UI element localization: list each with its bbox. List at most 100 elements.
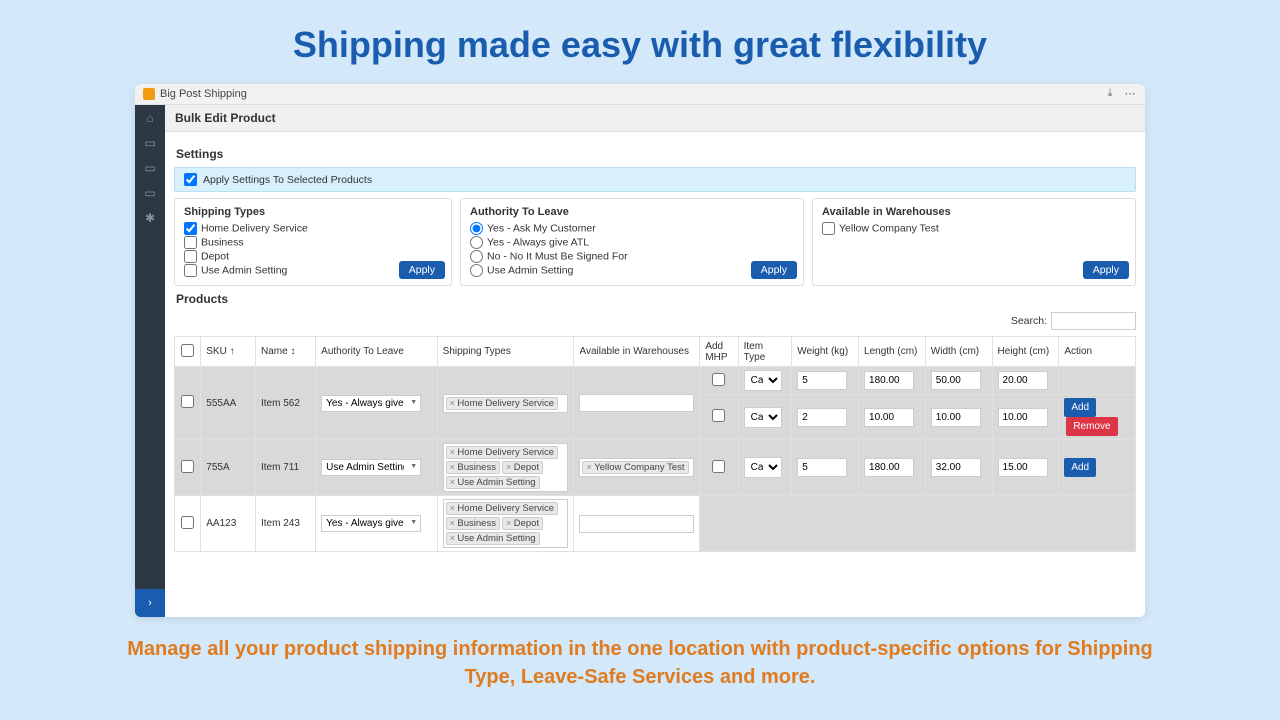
itemtype-select[interactable]: Cartor xyxy=(744,407,782,428)
briefcase-icon[interactable]: ▭ xyxy=(135,180,165,205)
weight-input[interactable] xyxy=(797,458,847,477)
name-cell: Item 243 xyxy=(255,496,315,552)
menu-dots-icon[interactable]: ⋯ xyxy=(1123,87,1137,101)
height-input[interactable] xyxy=(998,371,1048,390)
tag[interactable]: Business xyxy=(446,517,500,530)
length-input[interactable] xyxy=(864,458,914,477)
wh-tags[interactable]: Yellow Company Test xyxy=(579,458,694,477)
tag[interactable]: Home Delivery Service xyxy=(446,502,558,515)
shipping-tags[interactable]: Home Delivery Service BusinessDepot Use Ad… xyxy=(443,443,569,492)
atl-select[interactable]: Use Admin Setting xyxy=(321,459,421,476)
width-input[interactable] xyxy=(931,458,981,477)
shipping-tags[interactable]: Home Delivery Service BusinessDepot Use Ad… xyxy=(443,499,569,548)
width-input[interactable] xyxy=(931,408,981,427)
col-addmhp: Add MHP xyxy=(700,337,738,367)
weight-input[interactable] xyxy=(797,371,847,390)
expand-sidebar-icon[interactable]: › xyxy=(135,589,165,617)
sku-cell: 555AA xyxy=(201,367,256,440)
add-button[interactable]: Add xyxy=(1064,458,1096,477)
tag[interactable]: Home Delivery Service xyxy=(446,397,558,410)
shipping-home-checkbox[interactable] xyxy=(184,222,197,235)
settings-title: Settings xyxy=(176,147,1136,161)
atl-no-radio[interactable] xyxy=(470,250,483,263)
col-itemtype: Item Type xyxy=(738,337,792,367)
apply-settings-label: Apply Settings To Selected Products xyxy=(203,174,372,186)
row-checkbox[interactable] xyxy=(181,395,194,408)
box-icon[interactable]: ▭ xyxy=(135,155,165,180)
shipping-types-panel: Shipping Types Home Delivery Service Bus… xyxy=(174,198,452,286)
mhp-checkbox[interactable] xyxy=(712,409,725,422)
remove-button[interactable]: Remove xyxy=(1066,417,1117,436)
col-shipping: Shipping Types xyxy=(437,337,574,367)
shipping-tags[interactable]: Home Delivery Service xyxy=(443,394,569,413)
height-input[interactable] xyxy=(998,408,1048,427)
tag[interactable]: Depot xyxy=(502,517,543,530)
table-row: AA123 Item 243 Yes - Always give ATL Hom… xyxy=(175,496,1136,552)
name-cell: Item 562 xyxy=(255,367,315,440)
atl-select[interactable]: Yes - Always give ATL xyxy=(321,395,421,412)
app-logo-icon xyxy=(143,88,155,100)
apply-atl-button[interactable]: Apply xyxy=(751,261,797,279)
hero-title: Shipping made easy with great flexibilit… xyxy=(0,0,1280,84)
titlebar: Big Post Shipping ⤓ ⋯ xyxy=(135,84,1145,105)
atl-always-radio[interactable] xyxy=(470,236,483,249)
tag[interactable]: Yellow Company Test xyxy=(582,461,688,474)
shipping-types-title: Shipping Types xyxy=(184,206,442,218)
home-icon[interactable]: ⌂ xyxy=(135,105,165,130)
search-label: Search: xyxy=(1011,315,1047,327)
atl-panel: Authority To Leave Yes - Ask My Customer… xyxy=(460,198,804,286)
footer-caption: Manage all your product shipping informa… xyxy=(0,617,1280,691)
sidebar: ⌂ ▭ ▭ ▭ ✱ › xyxy=(135,105,165,617)
col-height: Height (cm) xyxy=(992,337,1059,367)
tag[interactable]: Use Admin Setting xyxy=(446,532,540,545)
length-input[interactable] xyxy=(864,371,914,390)
atl-admin-radio[interactable] xyxy=(470,264,483,277)
apply-wh-button[interactable]: Apply xyxy=(1083,261,1129,279)
wh-tags[interactable] xyxy=(579,515,694,533)
col-wh: Available in Warehouses xyxy=(574,337,700,367)
settings-icon[interactable]: ✱ xyxy=(135,205,165,230)
apply-shipping-button[interactable]: Apply xyxy=(399,261,445,279)
sku-cell: AA123 xyxy=(201,496,256,552)
height-input[interactable] xyxy=(998,458,1048,477)
name-cell: Item 711 xyxy=(255,440,315,496)
shipping-business-checkbox[interactable] xyxy=(184,236,197,249)
pin-icon[interactable]: ⤓ xyxy=(1103,87,1117,101)
add-button[interactable]: Add xyxy=(1064,398,1096,417)
tag[interactable]: Business xyxy=(446,461,500,474)
col-width: Width (cm) xyxy=(925,337,992,367)
sku-cell: 755A xyxy=(201,440,256,496)
search-input[interactable] xyxy=(1051,312,1136,330)
row-checkbox[interactable] xyxy=(181,516,194,529)
itemtype-select[interactable]: Cartor xyxy=(744,457,782,478)
archive-icon[interactable]: ▭ xyxy=(135,130,165,155)
wh-yellow-checkbox[interactable] xyxy=(822,222,835,235)
col-atl: Authority To Leave xyxy=(316,337,437,367)
select-all-checkbox[interactable] xyxy=(181,344,194,357)
table-row: 755A Item 711 Use Admin Setting Home Del… xyxy=(175,440,1136,496)
shipping-admin-checkbox[interactable] xyxy=(184,264,197,277)
itemtype-select[interactable]: Cartor xyxy=(744,370,782,391)
shipping-depot-checkbox[interactable] xyxy=(184,250,197,263)
col-name[interactable]: Name ↕ xyxy=(255,337,315,367)
wh-tags[interactable] xyxy=(579,394,694,412)
length-input[interactable] xyxy=(864,408,914,427)
row-checkbox[interactable] xyxy=(181,460,194,473)
weight-input[interactable] xyxy=(797,408,847,427)
width-input[interactable] xyxy=(931,371,981,390)
apply-settings-checkbox[interactable] xyxy=(184,173,197,186)
app-title: Big Post Shipping xyxy=(160,88,247,100)
atl-select[interactable]: Yes - Always give ATL xyxy=(321,515,421,532)
mhp-checkbox[interactable] xyxy=(712,373,725,386)
mhp-checkbox[interactable] xyxy=(712,460,725,473)
atl-ask-radio[interactable] xyxy=(470,222,483,235)
products-title: Products xyxy=(176,292,1136,306)
tag[interactable]: Use Admin Setting xyxy=(446,476,540,489)
col-action: Action xyxy=(1059,337,1136,367)
col-sku[interactable]: SKU ↑ xyxy=(201,337,256,367)
tag[interactable]: Home Delivery Service xyxy=(446,446,558,459)
products-table: SKU ↑ Name ↕ Authority To Leave Shipping… xyxy=(174,336,1136,552)
tag[interactable]: Depot xyxy=(502,461,543,474)
atl-title: Authority To Leave xyxy=(470,206,794,218)
apply-settings-bar: Apply Settings To Selected Products xyxy=(174,167,1136,192)
